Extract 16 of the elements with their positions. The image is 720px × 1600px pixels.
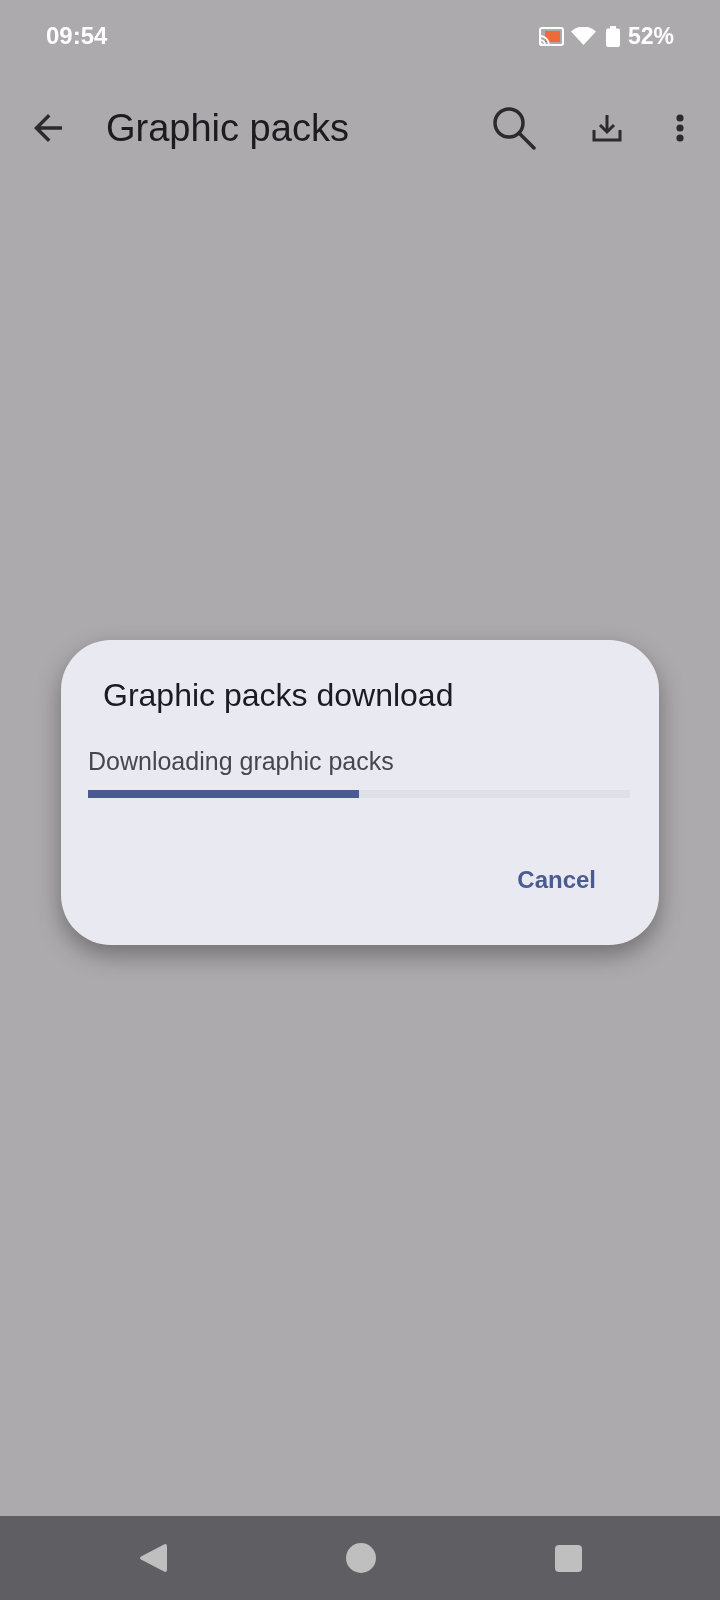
back-arrow-icon[interactable] [34,114,62,142]
download-icon[interactable] [592,114,622,142]
battery-icon [605,25,620,47]
more-options-icon[interactable] [676,114,684,142]
cast-icon [538,26,564,46]
wifi-icon [570,27,596,45]
dialog-title: Graphic packs download [103,676,454,715]
dialog-message: Downloading graphic packs [88,746,394,777]
cancel-button[interactable]: Cancel [502,856,611,904]
toolbar-title: Graphic packs [106,106,349,151]
battery-percent: 52% [627,22,674,50]
status-time: 09:54 [46,22,108,50]
nav-recents-icon[interactable] [554,1544,582,1572]
nav-home-icon[interactable] [345,1543,376,1573]
nav-back-icon[interactable] [138,1543,167,1573]
search-icon[interactable] [492,106,536,150]
